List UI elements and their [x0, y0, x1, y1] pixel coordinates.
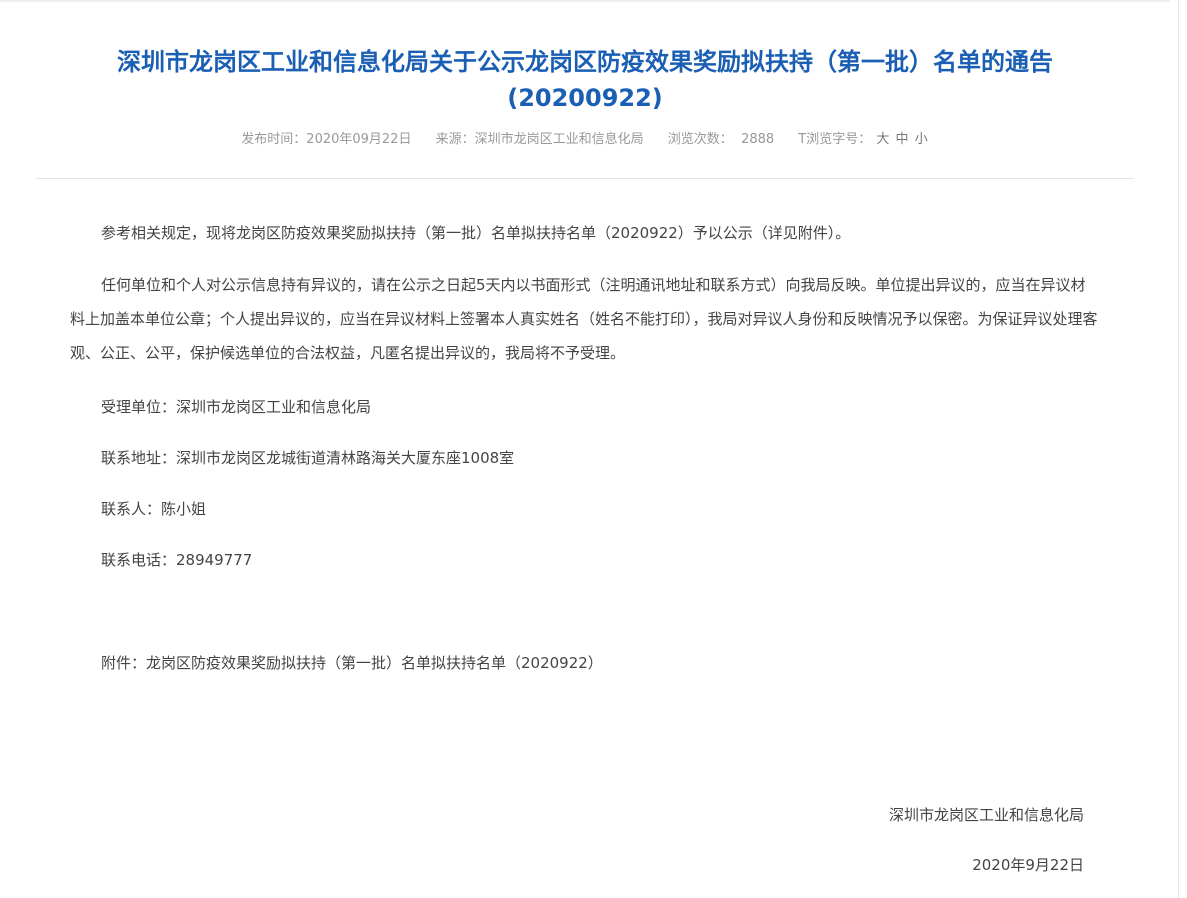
attachment: 附件：龙岗区防疫效果奖励拟扶持（第一批）名单拟扶持名单（2020922）: [101, 646, 1101, 680]
font-size-switcher: T浏览字号： 大 中 小: [798, 132, 928, 147]
paragraph-objection: 任何单位和个人对公示信息持有异议的，请在公示之日起5天内以书面形式（注明通讯地址…: [70, 276, 1098, 362]
publish-time: 发布时间：2020年09月22日: [241, 132, 412, 147]
contact-phone: 联系电话：28949777: [101, 551, 253, 569]
title-divider: [36, 178, 1134, 179]
paragraph-intro: 参考相关规定，现将龙岗区防疫效果奖励拟扶持（第一批）名单拟扶持名单（202092…: [101, 224, 851, 242]
page-title: 深圳市龙岗区工业和信息化局关于公示龙岗区防疫效果奖励拟扶持（第一批）名单的通告 …: [60, 44, 1110, 116]
page-title-line2: (20200922): [507, 84, 663, 112]
source: 来源：深圳市龙岗区工业和信息化局: [435, 132, 644, 147]
font-size-small-link[interactable]: 小: [915, 132, 928, 147]
font-size-large-link[interactable]: 大: [876, 132, 889, 147]
signature-org: 深圳市龙岗区工业和信息化局: [888, 806, 1084, 824]
signature-date: 2020年9月22日: [972, 856, 1084, 874]
view-count: 浏览次数： 2888: [667, 132, 775, 147]
attachment-link[interactable]: 附件：龙岗区防疫效果奖励拟扶持（第一批）名单拟扶持名单（2020922）: [101, 654, 603, 672]
font-size-medium-link[interactable]: 中: [896, 132, 909, 147]
contact-person: 联系人：陈小姐: [101, 500, 207, 518]
handler-unit: 受理单位：深圳市龙岗区工业和信息化局: [101, 398, 372, 416]
contact-address: 联系地址：深圳市龙岗区龙城街道清林路海关大厦东座1008室: [101, 449, 515, 467]
scrollbar-track[interactable]: [1178, 0, 1179, 898]
article-meta: 发布时间：2020年09月22日 来源：深圳市龙岗区工业和信息化局 浏览次数： …: [60, 128, 1110, 147]
page-title-line1: 深圳市龙岗区工业和信息化局关于公示龙岗区防疫效果奖励拟扶持（第一批）名单的通告: [117, 48, 1053, 76]
article-page: 深圳市龙岗区工业和信息化局关于公示龙岗区防疫效果奖励拟扶持（第一批）名单的通告 …: [0, 0, 1170, 898]
